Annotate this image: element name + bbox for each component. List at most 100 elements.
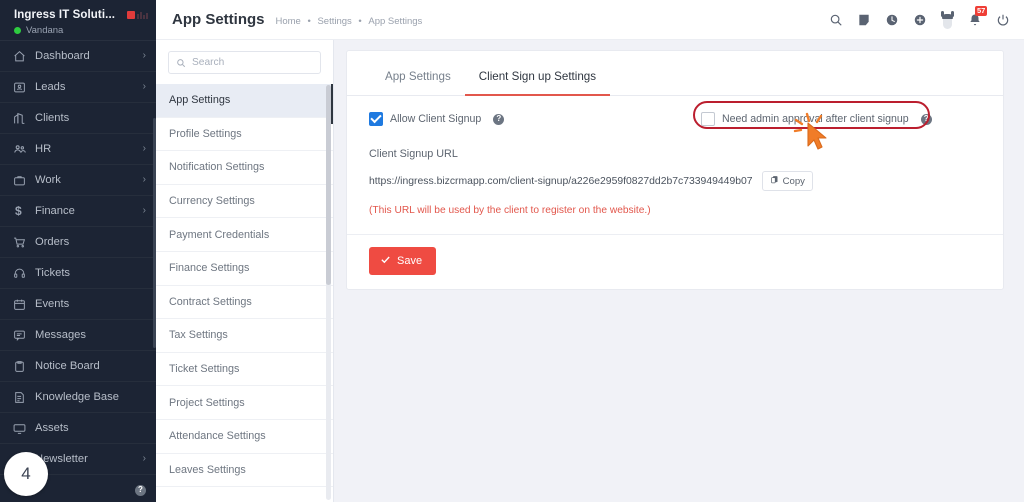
sidebar-item-finance[interactable]: $ Finance › — [0, 196, 156, 227]
url-helper-note: (This URL will be used by the client to … — [369, 205, 651, 216]
breadcrumb: Home • Settings • App Settings — [274, 13, 425, 27]
allow-client-signup-label[interactable]: Allow Client Signup — [390, 113, 481, 125]
sidebar-item-knowledge-base[interactable]: Knowledge Base — [0, 382, 156, 413]
sidebar-item-clients[interactable]: Clients — [0, 103, 156, 134]
help-icon[interactable]: ? — [493, 113, 505, 125]
settings-item-leaves-settings[interactable]: Leaves Settings — [156, 454, 333, 488]
note-icon[interactable] — [857, 13, 871, 27]
settings-item-label: Contract Settings — [169, 295, 252, 308]
chevron-right-icon: › — [142, 453, 146, 464]
messages-icon — [13, 329, 30, 342]
sidebar-item-hr[interactable]: HR › — [0, 134, 156, 165]
settings-item-profile-settings[interactable]: Profile Settings — [156, 118, 333, 152]
settings-item-project-settings[interactable]: Project Settings — [156, 386, 333, 420]
settings-item-label: Profile Settings — [169, 127, 242, 140]
mouse-icon[interactable] — [941, 10, 954, 29]
admin-approval-checkbox[interactable] — [701, 112, 715, 126]
sidebar-label: Finance — [35, 205, 75, 217]
work-icon — [13, 174, 30, 187]
breadcrumb-settings[interactable]: Settings — [317, 16, 351, 27]
sidebar-item-messages[interactable]: Messages — [0, 320, 156, 351]
chevron-right-icon: › — [142, 143, 146, 154]
settings-item-app-settings[interactable]: App Settings — [156, 84, 333, 118]
admin-approval-row: Need admin approval after client signup … — [701, 112, 981, 126]
allow-client-signup-checkbox[interactable] — [369, 112, 383, 126]
client-signup-url-value: https://ingress.bizcrmapp.com/client-sig… — [369, 175, 753, 187]
sidebar-item-assets[interactable]: Assets — [0, 413, 156, 444]
clock-icon[interactable] — [885, 13, 899, 27]
body-area: App Settings Profile Settings Notificati… — [156, 40, 1024, 502]
settings-item-payment-credentials[interactable]: Payment Credentials — [156, 218, 333, 252]
sidebar-item-orders[interactable]: Orders — [0, 227, 156, 258]
search-input[interactable] — [192, 57, 313, 68]
settings-item-label: Finance Settings — [169, 262, 250, 275]
client-signup-url-label: Client Signup URL — [369, 148, 458, 160]
settings-menu-list: App Settings Profile Settings Notificati… — [156, 84, 333, 502]
settings-item-currency-settings[interactable]: Currency Settings — [156, 185, 333, 219]
sidebar-label: Dashboard — [35, 50, 90, 62]
copy-url-button[interactable]: Copy — [761, 171, 813, 191]
admin-approval-column: Need admin approval after client signup … — [699, 112, 981, 126]
bell-icon[interactable]: 57 — [968, 5, 988, 27]
sidebar-item-tickets[interactable]: Tickets — [0, 258, 156, 289]
settings-item-label: App Settings — [169, 94, 231, 107]
settings-item-label: Ticket Settings — [169, 363, 240, 376]
clients-icon — [13, 112, 30, 125]
notice-board-icon — [13, 360, 30, 373]
tab-label: Client Sign up Settings — [478, 70, 597, 83]
settings-item-label: Tax Settings — [169, 329, 228, 342]
topbar: App Settings Home • Settings • App Setti… — [156, 0, 1024, 40]
settings-item-attendance-settings[interactable]: Attendance Settings — [156, 420, 333, 454]
sidebar-item-leads[interactable]: Leads › — [0, 72, 156, 103]
app-root: Ingress IT Soluti... Vandana Dashboard › — [0, 0, 1024, 502]
settings-item-label: Leaves Settings — [169, 463, 246, 476]
options-row: Allow Client Signup ? Client Signup URL … — [369, 112, 981, 216]
copy-label: Copy — [782, 175, 805, 187]
user-name: Vandana — [26, 25, 64, 36]
events-icon — [13, 298, 30, 311]
admin-approval-label[interactable]: Need admin approval after client signup — [722, 113, 909, 125]
breadcrumb-app-settings[interactable]: App Settings — [368, 16, 422, 27]
search-wrapper — [156, 40, 333, 84]
copy-icon — [770, 175, 779, 187]
tab-app-settings[interactable]: App Settings — [371, 70, 465, 95]
settings-item-tax-settings[interactable]: Tax Settings — [156, 319, 333, 353]
breadcrumb-sep: • — [358, 15, 362, 27]
settings-item-finance-settings[interactable]: Finance Settings — [156, 252, 333, 286]
settings-item-contract-settings[interactable]: Contract Settings — [156, 286, 333, 320]
sidebar-item-events[interactable]: Events — [0, 289, 156, 320]
sidebar-label: Orders — [35, 236, 70, 248]
save-button[interactable]: Save — [369, 247, 437, 275]
sidebar-item-notice-board[interactable]: Notice Board — [0, 351, 156, 382]
sidebar-item-work[interactable]: Work › — [0, 165, 156, 196]
search-icon — [176, 58, 186, 68]
settings-scroll-thumb[interactable] — [326, 85, 331, 285]
settings-list-panel: App Settings Profile Settings Notificati… — [156, 40, 334, 502]
hr-icon — [13, 142, 30, 156]
home-icon — [13, 50, 30, 63]
sidebar-label: Clients — [35, 112, 70, 124]
tab-client-signup-settings[interactable]: Client Sign up Settings — [464, 70, 611, 96]
search-icon[interactable] — [829, 13, 843, 27]
power-icon[interactable] — [996, 13, 1010, 27]
breadcrumb-home[interactable]: Home — [276, 16, 301, 27]
plus-circle-icon[interactable] — [913, 13, 927, 27]
help-icon[interactable]: ? — [135, 484, 146, 496]
finance-icon: $ — [15, 204, 22, 218]
sidebar-label: Work — [35, 174, 61, 186]
knowledge-base-icon — [13, 391, 30, 404]
active-item-indicator — [331, 84, 333, 124]
search-box[interactable] — [168, 51, 321, 74]
sidebar-brand[interactable]: Ingress IT Soluti... Vandana — [0, 0, 156, 40]
sidebar-label: Events — [35, 298, 70, 310]
step-number-badge: 4 — [4, 452, 48, 496]
main-sidebar: Ingress IT Soluti... Vandana Dashboard › — [0, 0, 156, 502]
help-icon[interactable]: ? — [920, 113, 932, 125]
settings-item-ticket-settings[interactable]: Ticket Settings — [156, 353, 333, 387]
tab-label: App Settings — [385, 70, 451, 83]
sidebar-label: Notice Board — [35, 360, 100, 372]
sidebar-item-dashboard[interactable]: Dashboard › — [0, 41, 156, 72]
sidebar-label: Messages — [35, 329, 86, 341]
settings-item-notification-settings[interactable]: Notification Settings — [156, 151, 333, 185]
settings-item-label: Project Settings — [169, 396, 245, 409]
